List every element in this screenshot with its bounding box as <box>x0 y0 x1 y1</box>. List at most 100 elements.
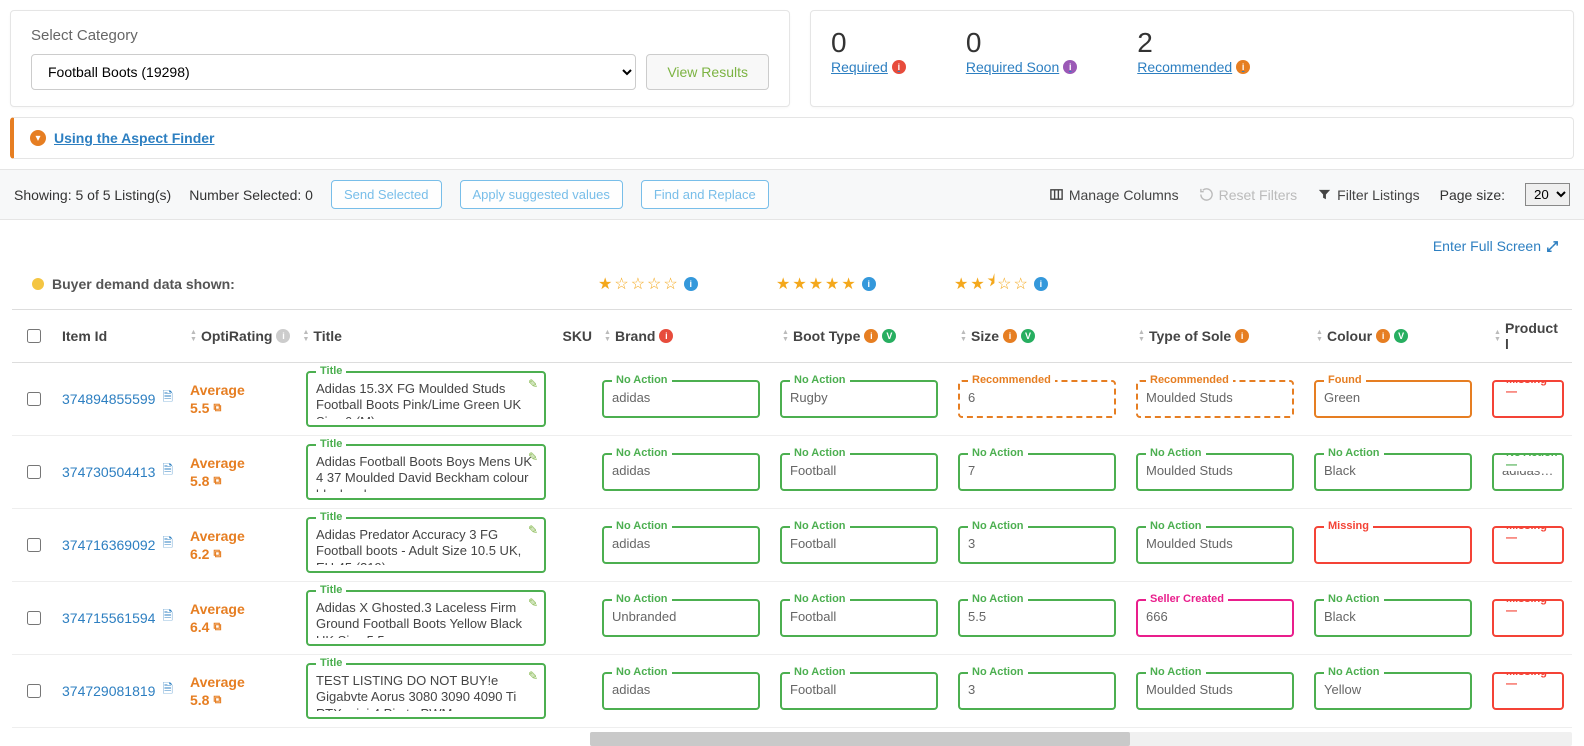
sort-icon[interactable]: ▲▼ <box>190 329 197 343</box>
aspect-brand[interactable]: No Actionadidas <box>602 526 760 564</box>
aspect-product[interactable]: No Action —adidas Ka <box>1492 453 1564 491</box>
item-id-link[interactable]: 374894855599 <box>62 391 155 407</box>
aspect-product[interactable]: Missing — <box>1492 526 1564 564</box>
sort-icon[interactable]: ▲▼ <box>782 329 789 343</box>
pencil-icon[interactable]: ✎ <box>528 523 538 537</box>
pencil-icon[interactable]: ✎ <box>528 450 538 464</box>
aspect-type-of-sole[interactable]: Seller Created666 <box>1136 599 1294 637</box>
document-icon[interactable]: 🗎 <box>162 680 172 702</box>
document-icon[interactable]: 🗎 <box>162 534 172 556</box>
aspect-size[interactable]: No Action3 <box>958 526 1116 564</box>
manage-columns-button[interactable]: Manage Columns <box>1049 187 1179 203</box>
aspect-colour[interactable]: No ActionBlack <box>1314 599 1472 637</box>
stat-label-link[interactable]: Recommended i <box>1137 59 1250 75</box>
title-cell[interactable]: Title✎Adidas X Ghosted.3 Laceless Firm G… <box>306 590 546 646</box>
aspect-colour[interactable]: FoundGreen <box>1314 380 1472 418</box>
required-badge-icon[interactable]: i <box>659 329 673 343</box>
recommended-badge-icon[interactable]: i <box>1003 329 1017 343</box>
item-id-link[interactable]: 374716369092 <box>62 537 155 553</box>
find-replace-button[interactable]: Find and Replace <box>641 180 769 209</box>
aspect-boot-type[interactable]: No ActionFootball <box>780 526 938 564</box>
reset-filters-button[interactable]: Reset Filters <box>1199 187 1298 203</box>
aspect-type-of-sole[interactable]: RecommendedMoulded Studs <box>1136 380 1294 418</box>
item-id-link[interactable]: 374730504413 <box>62 464 155 480</box>
title-cell[interactable]: Title✎Adidas Predator Accuracy 3 FG Foot… <box>306 517 546 573</box>
table-header: Item Id ▲▼OptiRatingi ▲▼Title SKU ▲▼Bran… <box>12 309 1572 363</box>
variation-badge-icon[interactable]: V <box>882 329 896 343</box>
item-id-link[interactable]: 374715561594 <box>62 610 155 626</box>
sort-icon[interactable]: ▲▼ <box>1494 329 1501 343</box>
external-link-icon[interactable]: ⧉ <box>213 547 221 561</box>
aspect-brand[interactable]: No Actionadidas <box>602 380 760 418</box>
info-icon[interactable]: i <box>1034 277 1048 291</box>
aspect-brand[interactable]: No ActionUnbranded <box>602 599 760 637</box>
row-checkbox[interactable] <box>27 611 41 625</box>
aspect-brand[interactable]: No Actionadidas <box>602 672 760 710</box>
row-checkbox[interactable] <box>27 684 41 698</box>
aspect-product[interactable]: Missing — <box>1492 380 1564 418</box>
aspect-product[interactable]: Missing — <box>1492 599 1564 637</box>
send-selected-button[interactable]: Send Selected <box>331 180 442 209</box>
title-cell[interactable]: Title✎TEST LISTING DO NOT BUY!e Gigabvte… <box>306 663 546 719</box>
row-checkbox[interactable] <box>27 538 41 552</box>
sort-icon[interactable]: ▲▼ <box>302 329 309 343</box>
star-empty-icon: ☆ <box>647 274 661 294</box>
aspect-product[interactable]: Missing — <box>1492 672 1564 710</box>
document-icon[interactable]: 🗎 <box>162 388 172 410</box>
select-all-checkbox[interactable] <box>27 329 41 343</box>
aspect-brand[interactable]: No Actionadidas <box>602 453 760 491</box>
row-checkbox[interactable] <box>27 465 41 479</box>
document-icon[interactable]: 🗎 <box>162 461 172 483</box>
aspect-boot-type[interactable]: No ActionRugby <box>780 380 938 418</box>
info-icon[interactable]: i <box>684 277 698 291</box>
aspect-size[interactable]: Recommended6 <box>958 380 1116 418</box>
aspect-size[interactable]: No Action5.5 <box>958 599 1116 637</box>
stat-label-link[interactable]: Required i <box>831 59 906 75</box>
aspect-boot-type[interactable]: No ActionFootball <box>780 599 938 637</box>
row-checkbox[interactable] <box>27 392 41 406</box>
aspect-size[interactable]: No Action7 <box>958 453 1116 491</box>
enter-fullscreen-link[interactable]: Enter Full Screen <box>1433 238 1560 254</box>
external-link-icon[interactable]: ⧉ <box>213 693 221 707</box>
info-icon[interactable]: i <box>862 277 876 291</box>
opti-rating: Average6.2 ⧉ <box>190 527 245 563</box>
pencil-icon[interactable]: ✎ <box>528 377 538 391</box>
pencil-icon[interactable]: ✎ <box>528 669 538 683</box>
aspect-colour[interactable]: No ActionBlack <box>1314 453 1472 491</box>
horizontal-scrollbar[interactable] <box>590 732 1572 746</box>
chevron-down-icon[interactable]: ▾ <box>30 130 46 146</box>
sort-icon[interactable]: ▲▼ <box>1138 329 1145 343</box>
recommended-badge-icon[interactable]: i <box>1376 329 1390 343</box>
aspect-colour[interactable]: No ActionYellow <box>1314 672 1472 710</box>
external-link-icon[interactable]: ⧉ <box>213 620 221 634</box>
variation-badge-icon[interactable]: V <box>1394 329 1408 343</box>
item-id-link[interactable]: 374729081819 <box>62 683 155 699</box>
stat-label-link[interactable]: Required Soon i <box>966 59 1077 75</box>
aspect-type-of-sole[interactable]: No ActionMoulded Studs <box>1136 526 1294 564</box>
aspect-size[interactable]: No Action3 <box>958 672 1116 710</box>
aspect-type-of-sole[interactable]: No ActionMoulded Studs <box>1136 453 1294 491</box>
pencil-icon[interactable]: ✎ <box>528 596 538 610</box>
recommended-badge-icon[interactable]: i <box>1235 329 1249 343</box>
external-link-icon[interactable]: ⧉ <box>213 474 221 488</box>
aspect-finder-link[interactable]: Using the Aspect Finder <box>54 130 215 146</box>
filter-listings-button[interactable]: Filter Listings <box>1317 187 1419 203</box>
category-select[interactable]: Football Boots (19298) <box>31 54 636 90</box>
aspect-boot-type[interactable]: No ActionFootball <box>780 453 938 491</box>
external-link-icon[interactable]: ⧉ <box>213 401 221 415</box>
view-results-button[interactable]: View Results <box>646 54 769 90</box>
sort-icon[interactable]: ▲▼ <box>604 329 611 343</box>
sort-icon[interactable]: ▲▼ <box>960 329 967 343</box>
title-cell[interactable]: Title✎Adidas Football Boots Boys Mens UK… <box>306 444 546 500</box>
recommended-badge-icon[interactable]: i <box>864 329 878 343</box>
aspect-boot-type[interactable]: No ActionFootball <box>780 672 938 710</box>
apply-suggested-button[interactable]: Apply suggested values <box>460 180 623 209</box>
title-cell[interactable]: Title✎Adidas 15.3X FG Moulded Studs Foot… <box>306 371 546 427</box>
aspect-type-of-sole[interactable]: No ActionMoulded Studs <box>1136 672 1294 710</box>
aspect-colour[interactable]: Missing <box>1314 526 1472 564</box>
document-icon[interactable]: 🗎 <box>162 607 172 629</box>
info-icon[interactable]: i <box>276 329 290 343</box>
sort-icon[interactable]: ▲▼ <box>1316 329 1323 343</box>
variation-badge-icon[interactable]: V <box>1021 329 1035 343</box>
page-size-select[interactable]: 20 <box>1525 183 1570 206</box>
